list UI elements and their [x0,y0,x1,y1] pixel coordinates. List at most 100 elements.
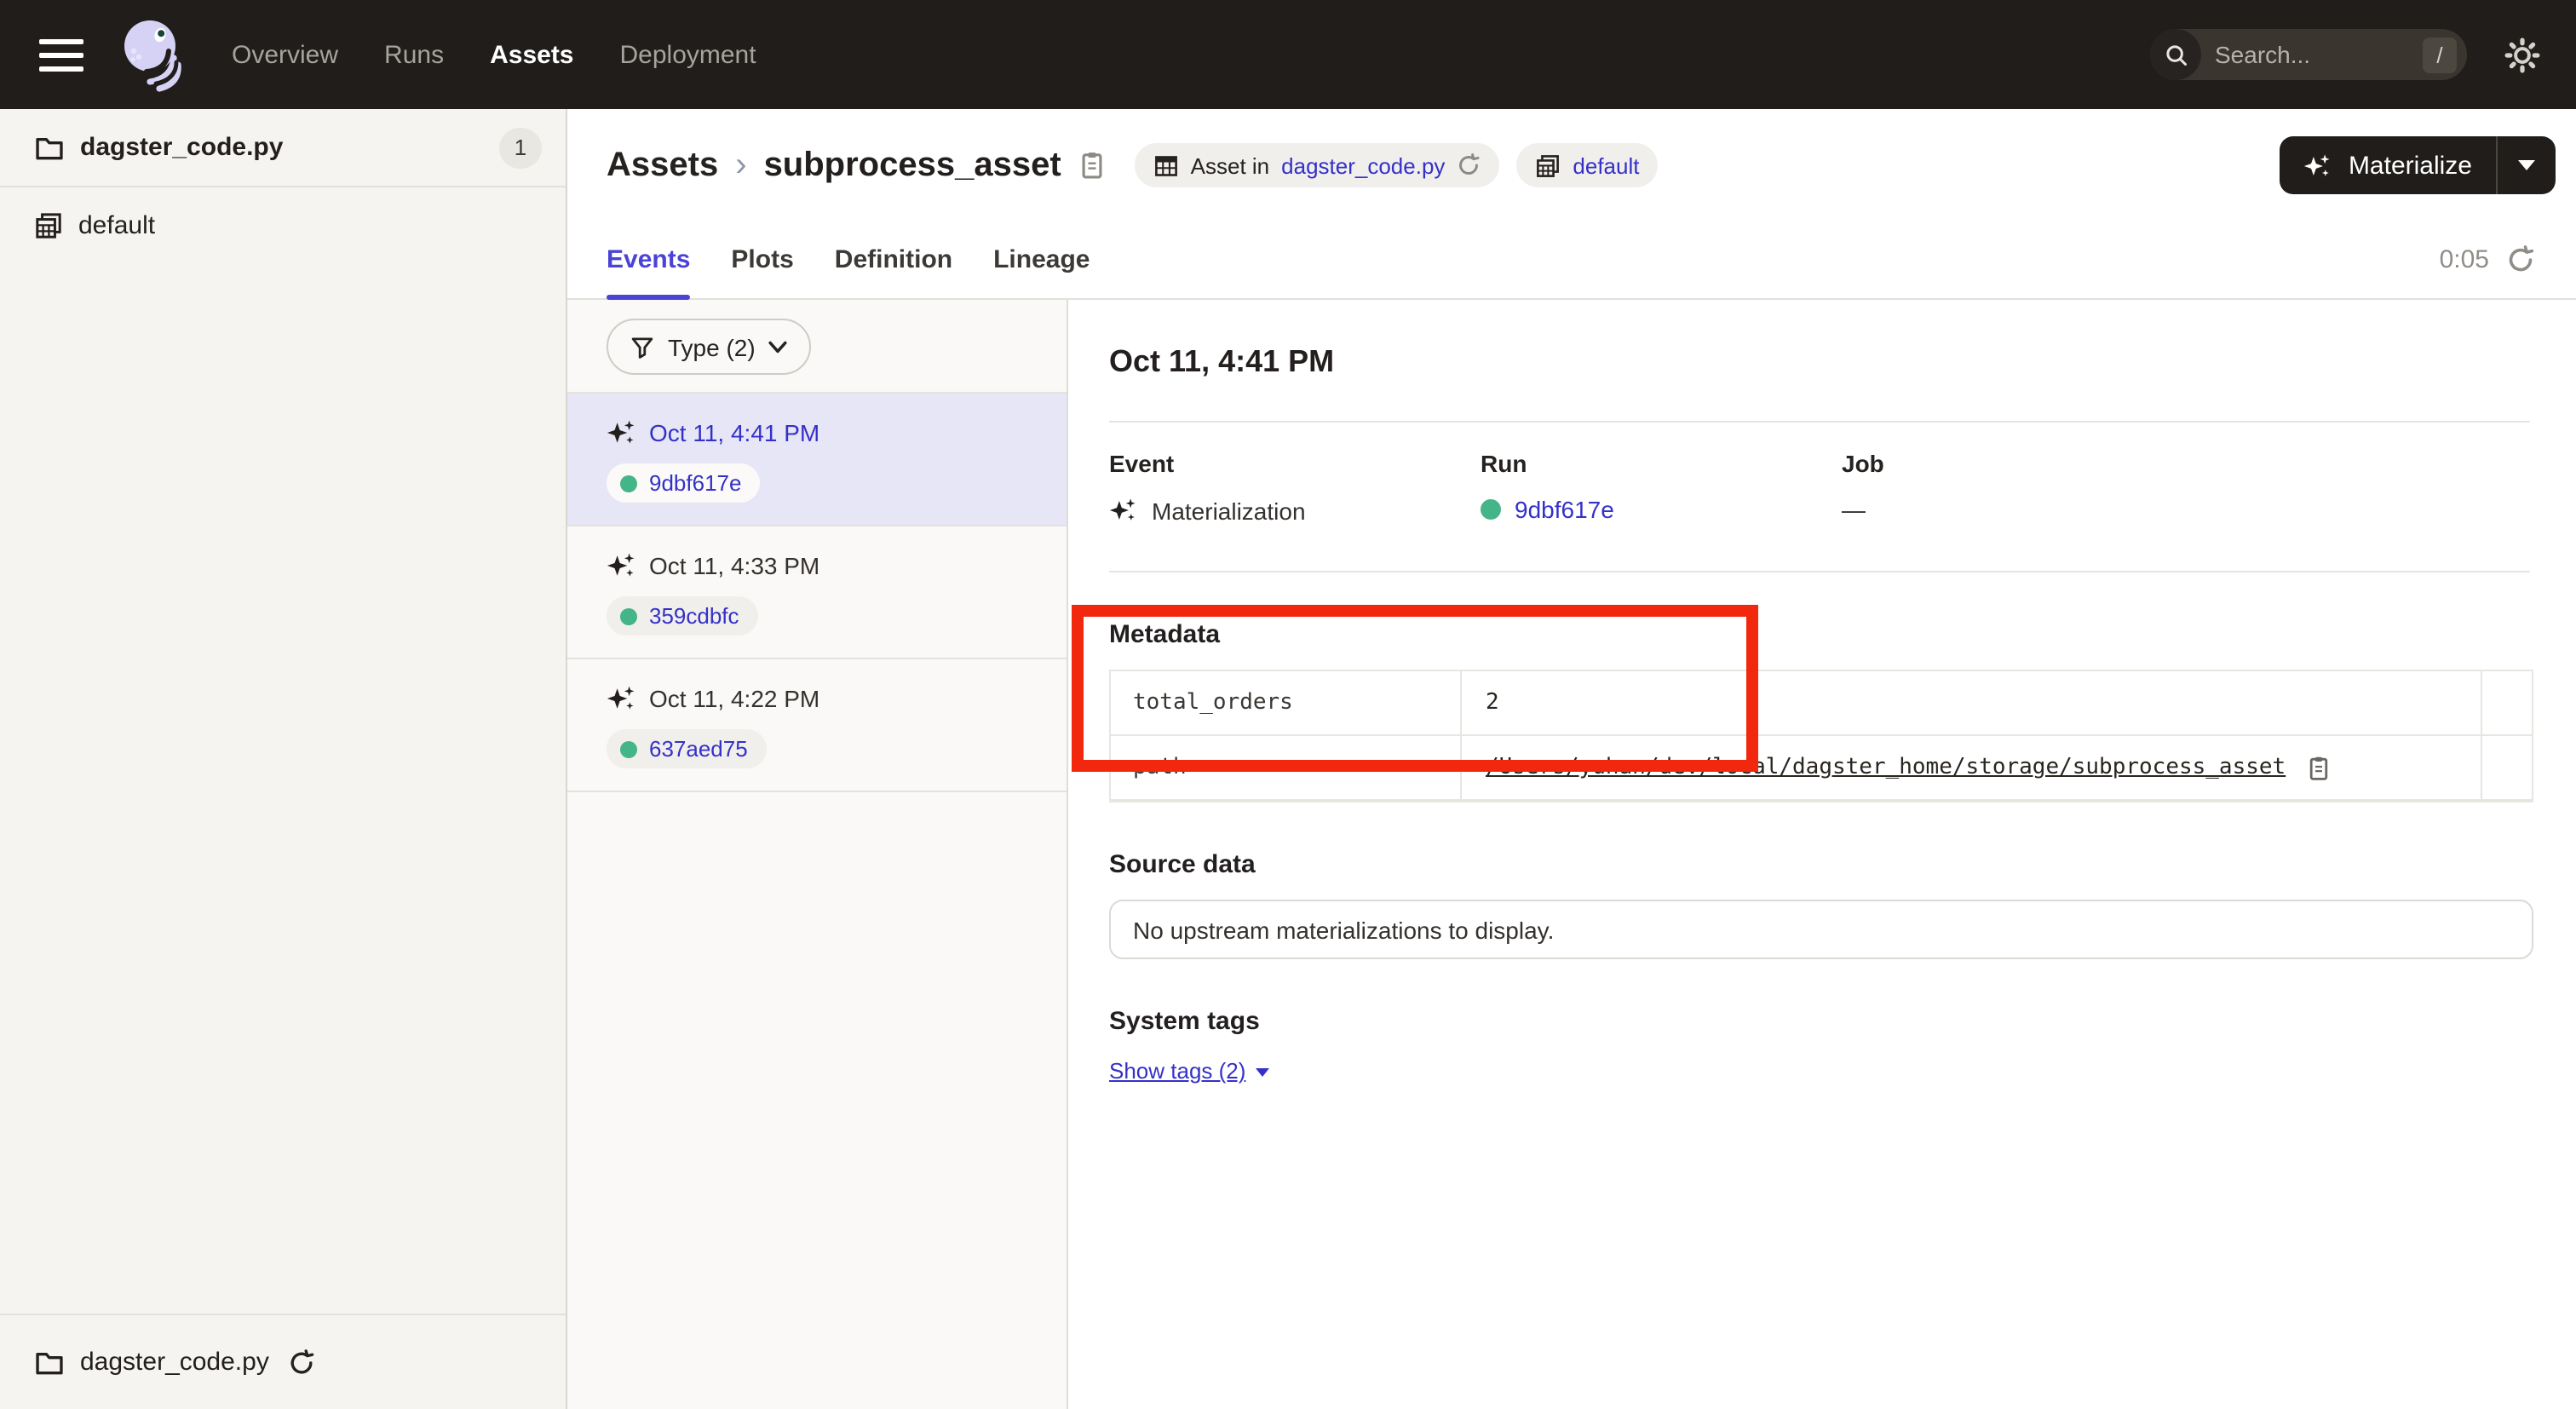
gear-icon[interactable] [2504,37,2540,72]
metadata-table: total_orders 2 path /Users/yuhan/dev/loc… [1109,670,2533,802]
event-details-panel: Oct 11, 4:41 PM Event Materialization [1068,300,2576,1409]
sidebar-footer-code-location[interactable]: dagster_code.py [0,1314,566,1409]
nav-item-assets[interactable]: Assets [490,40,573,69]
system-tags-heading: System tags [1109,1007,2530,1036]
metadata-key: total_orders [1111,671,1462,736]
folder-icon [34,1347,65,1377]
run-status-dot [620,740,637,757]
event-list-panel: Type (2) Oct 11, 4:41 PM [567,300,1068,1409]
page-title: subprocess_asset [764,146,1061,185]
nav-item-runs[interactable]: Runs [384,40,444,69]
run-column-label: Run [1481,450,1842,477]
path-link[interactable]: /Users/yuhan/dev/local/dagster_home/stor… [1486,755,2286,780]
event-filter-row: Type (2) [567,300,1067,394]
event-timestamp: Oct 11, 4:22 PM [649,685,819,712]
timer-countdown: 0:05 [2440,245,2489,274]
source-data-empty-state: No upstream materializations to display. [1109,900,2533,959]
global-search[interactable]: / [2150,29,2467,80]
event-timestamp: Oct 11, 4:41 PM [649,419,819,446]
events-content: Type (2) Oct 11, 4:41 PM [567,300,2576,1409]
hamburger-menu-icon[interactable] [39,38,83,71]
metadata-value: /Users/yuhan/dev/local/dagster_home/stor… [1462,736,2482,801]
metadata-value: 2 [1462,671,2482,736]
tab-plots[interactable]: Plots [731,221,793,298]
type-filter-button[interactable]: Type (2) [607,319,812,375]
materialize-button[interactable]: Materialize [2280,136,2496,194]
run-id-pill[interactable]: 637aed75 [607,729,767,768]
badge-text: Asset in [1191,152,1270,178]
asset-group-badge[interactable]: default [1516,143,1658,187]
run-id-link[interactable]: 359cdbfc [649,603,739,629]
materialize-dropdown-button[interactable] [2498,136,2556,194]
materialization-sparkle-icon [607,550,637,581]
event-column-label: Event [1109,450,1481,477]
tab-lineage[interactable]: Lineage [993,221,1090,298]
materialization-sparkle-icon [1109,496,1138,525]
run-id-pill[interactable]: 359cdbfc [607,596,758,635]
job-value: — [1842,496,1884,523]
show-tags-toggle[interactable]: Show tags (2) [1109,1058,1269,1084]
tab-definition[interactable]: Definition [835,221,952,298]
reload-icon[interactable] [1457,153,1481,177]
run-id-link[interactable]: 9dbf617e [649,470,741,496]
sidebar-item-label: dagster_code.py [80,133,283,162]
search-input[interactable] [2201,41,2423,68]
run-id-link[interactable]: 9dbf617e [1515,496,1614,523]
copy-icon[interactable] [2304,754,2332,781]
app-window: Overview Runs Assets Deployment / [0,0,2576,1409]
search-shortcut-key: / [2423,37,2457,72]
tab-events[interactable]: Events [607,221,690,298]
header-actions: Materialize [2280,136,2556,194]
run-status-dot [620,607,637,624]
folder-icon [34,132,65,163]
event-timestamp: Oct 11, 4:33 PM [649,552,819,579]
sidebar-item-label: default [78,210,155,239]
asset-count-badge: 1 [499,127,542,168]
event-list-item[interactable]: Oct 11, 4:22 PM 637aed75 [567,659,1067,792]
code-location-badge[interactable]: Asset in dagster_code.py [1135,143,1500,187]
refresh-timer: 0:05 [2440,221,2535,298]
chevron-down-icon [769,340,788,354]
run-id-pill[interactable]: 9dbf617e [607,463,760,503]
reload-icon[interactable] [288,1349,315,1376]
sidebar-item-group-default[interactable]: default [0,187,566,262]
event-list-item[interactable]: Oct 11, 4:33 PM 359cdbfc [567,526,1067,659]
top-navbar: Overview Runs Assets Deployment / [0,0,2576,109]
asset-header: Assets › subprocess_asset [567,109,2576,221]
job-column-label: Job [1842,450,1884,477]
metadata-actions-cell [2482,671,2532,736]
materialization-sparkle-icon [607,683,637,714]
nav-item-deployment[interactable]: Deployment [620,40,756,69]
materialize-label: Materialize [2349,151,2472,180]
event-list-item[interactable]: Oct 11, 4:41 PM 9dbf617e [567,394,1067,526]
copy-icon[interactable] [1077,150,1107,181]
breadcrumb-assets[interactable]: Assets [607,146,718,185]
materialization-sparkle-icon [607,417,637,448]
materialization-sparkle-icon [2304,151,2333,180]
sidebar-item-code-location[interactable]: dagster_code.py 1 [0,109,566,187]
filter-funnel-icon [630,335,654,359]
asset-group-icon [34,210,63,239]
metadata-heading: Metadata [1109,620,2530,649]
run-id-link[interactable]: 637aed75 [649,736,748,762]
divider [1109,571,2530,572]
metadata-actions-cell [2482,736,2532,801]
run-status-dot [620,474,637,492]
metadata-key: path [1111,736,1462,801]
code-location-link[interactable]: dagster_code.py [1281,152,1445,178]
event-run-job-row: Event Materialization Run [1109,450,2530,525]
source-data-heading: Source data [1109,850,2530,879]
divider [1109,421,2530,423]
left-sidebar: dagster_code.py 1 default dagster_code.p… [0,109,567,1409]
sidebar-footer-label: dagster_code.py [80,1348,269,1377]
chevron-down-icon [2518,160,2535,170]
dagster-logo[interactable] [116,15,187,94]
asset-group-link[interactable]: default [1573,152,1639,178]
show-tags-label: Show tags (2) [1109,1058,1245,1084]
filter-label: Type (2) [668,333,756,360]
event-detail-title: Oct 11, 4:41 PM [1109,344,2530,380]
nav-item-overview[interactable]: Overview [232,40,338,69]
caret-down-icon [1256,1068,1269,1077]
table-icon [1153,152,1179,178]
refresh-icon[interactable] [2506,245,2535,274]
